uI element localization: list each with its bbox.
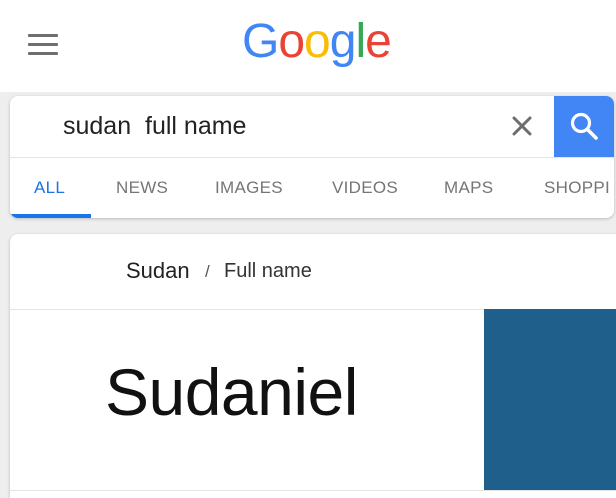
search-icon: [570, 112, 598, 140]
top-bar: Google: [0, 0, 616, 92]
search-box[interactable]: sudan full name: [10, 96, 614, 158]
breadcrumb-entity[interactable]: Sudan: [126, 258, 190, 284]
logo-letter: g: [329, 15, 357, 68]
tab-maps[interactable]: MAPS: [444, 178, 493, 198]
tab-shopping[interactable]: SHOPPI: [544, 178, 610, 198]
result-image[interactable]: [484, 309, 616, 490]
breadcrumb: Sudan / Full name: [10, 234, 616, 310]
close-icon[interactable]: [508, 112, 536, 140]
breadcrumb-attribute: Full name: [224, 260, 312, 282]
search-button[interactable]: [554, 96, 614, 157]
tab-news[interactable]: NEWS: [116, 178, 168, 198]
logo-letter: o: [304, 15, 331, 68]
logo-letter: l: [355, 15, 366, 68]
logo-letter: G: [242, 15, 279, 68]
tab-images[interactable]: IMAGES: [215, 178, 283, 198]
search-tabs: ALL NEWS IMAGES VIDEOS MAPS SHOPPI: [10, 158, 614, 218]
search-input[interactable]: sudan full name: [63, 110, 246, 142]
active-tab-indicator: [10, 214, 91, 218]
logo-letter: o: [278, 15, 305, 68]
answer-card: Sudan / Full name Sudaniel: [10, 234, 616, 498]
hamburger-menu-icon[interactable]: [28, 34, 58, 56]
tab-all[interactable]: ALL: [34, 178, 65, 198]
search-card: sudan full name ALL NEWS IMAGES VIDEOS M…: [10, 96, 614, 218]
answer-text: Sudaniel: [105, 355, 358, 429]
tab-videos[interactable]: VIDEOS: [332, 178, 398, 198]
logo-letter: e: [365, 15, 392, 68]
google-logo[interactable]: Google: [242, 14, 392, 70]
divider: [10, 490, 616, 491]
breadcrumb-separator: /: [205, 262, 210, 281]
